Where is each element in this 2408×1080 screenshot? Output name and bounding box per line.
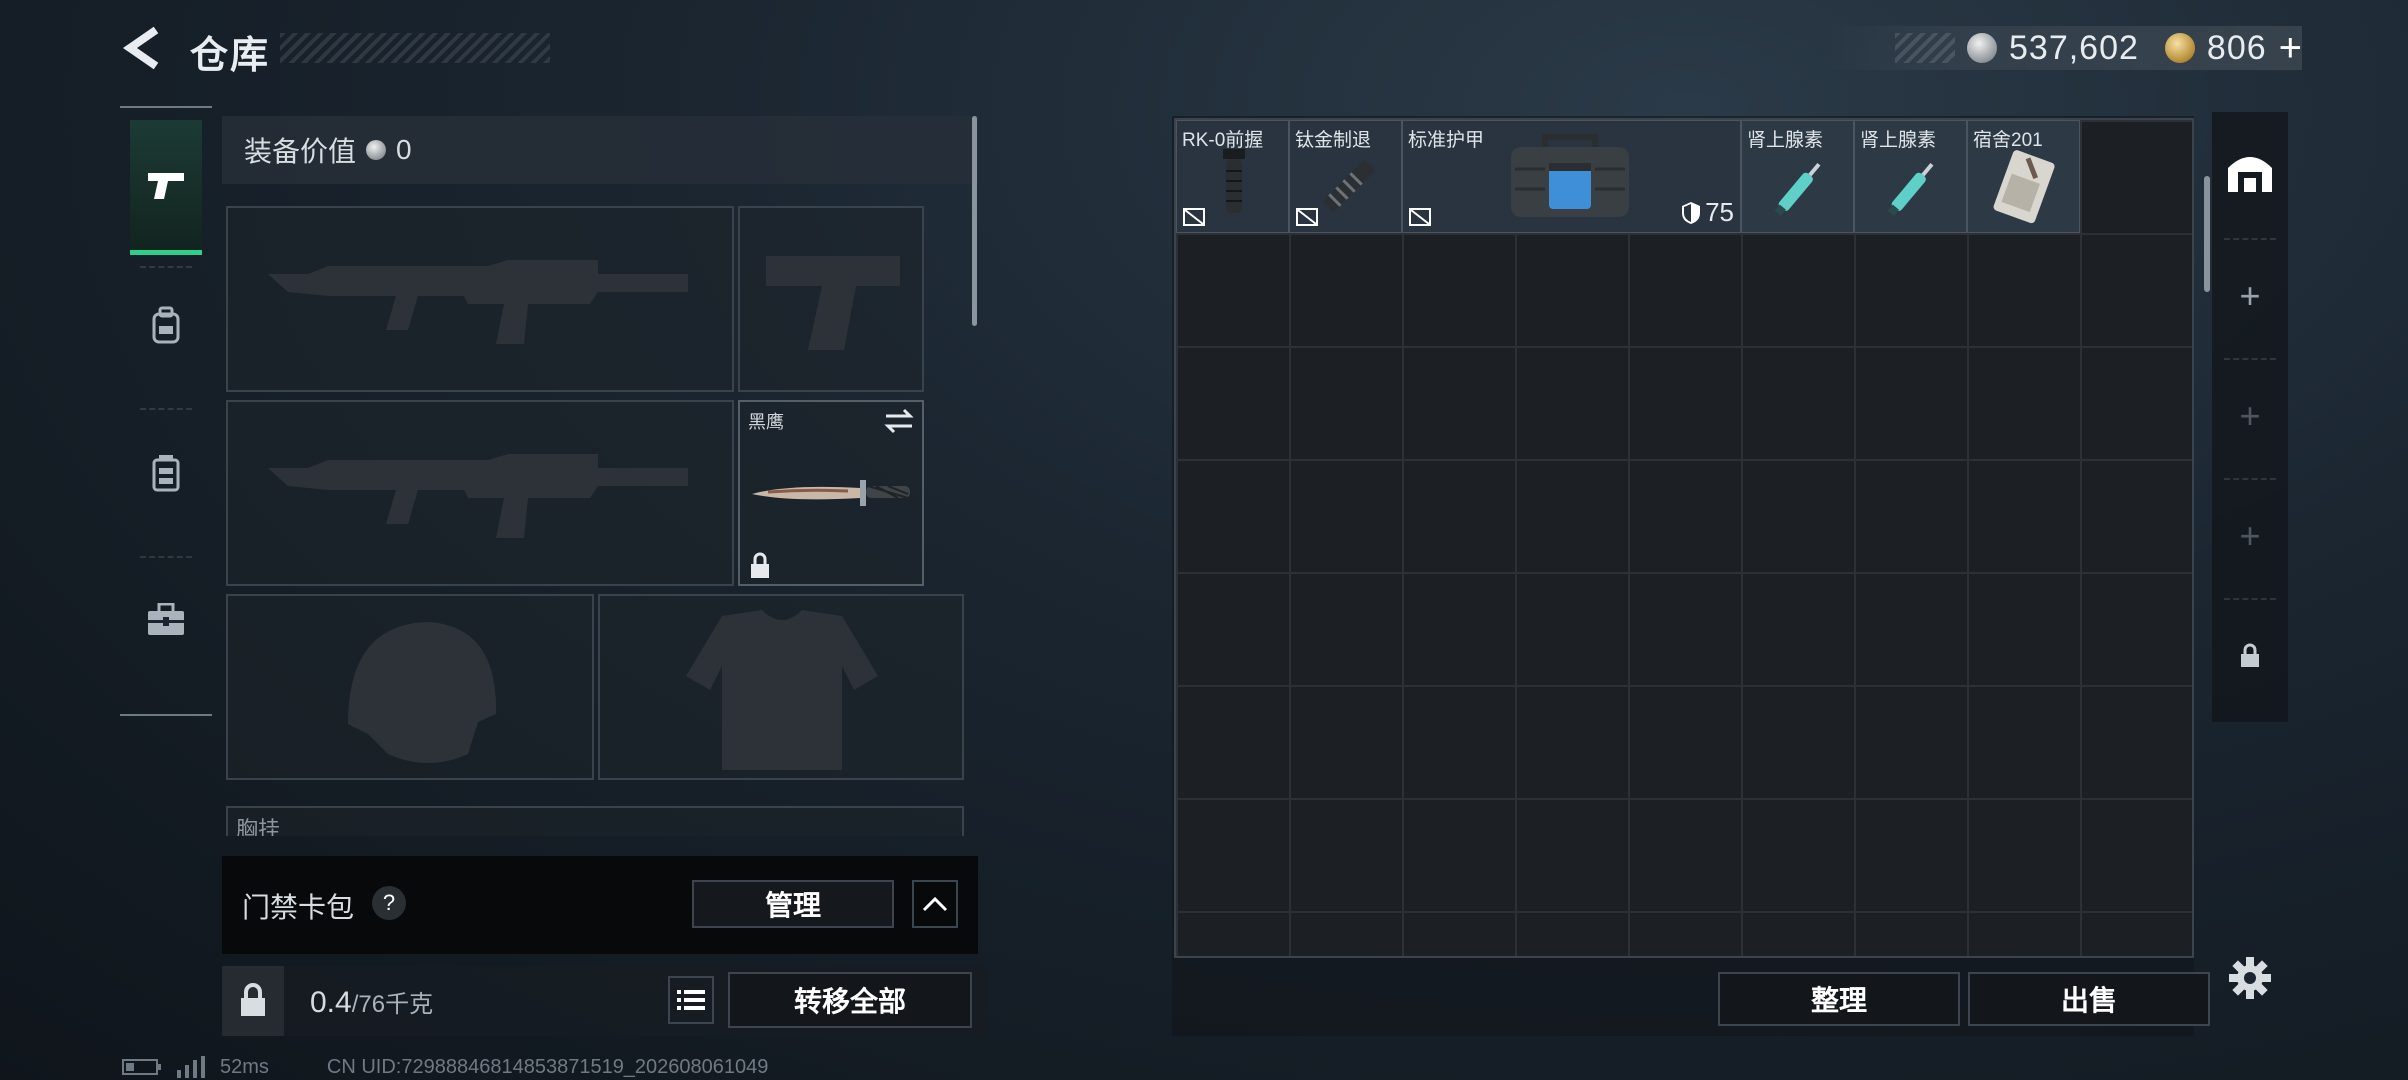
locked-storage-tab[interactable]	[2212, 606, 2288, 706]
melee-slot[interactable]: 黑鹰	[738, 400, 924, 586]
weight-current: 0.4	[310, 986, 352, 1019]
pistol-icon	[148, 173, 184, 199]
equipment-category-tabs	[120, 106, 212, 716]
carry-weight: 0.4/76千克	[310, 984, 433, 1020]
no-entry-icon	[1409, 208, 1431, 226]
equipment-panel: 装备价值 0 黑鹰 胸挂	[222, 116, 978, 836]
key-card-icon	[1993, 150, 2055, 224]
add-currency-button[interactable]: +	[2279, 28, 2302, 68]
swap-icon	[884, 408, 914, 434]
rifle-silhouette-icon	[268, 260, 688, 344]
melee-name: 黑鹰	[748, 412, 784, 432]
body-armor-slot[interactable]	[598, 594, 964, 780]
shield-icon	[1682, 201, 1701, 224]
help-icon[interactable]: ?	[372, 886, 406, 920]
armor-bag-icon	[1511, 134, 1629, 217]
list-icon	[677, 990, 705, 1010]
chevron-left-icon	[122, 26, 159, 70]
page-title: 仓库	[190, 35, 271, 77]
storage-scrollbar[interactable]	[2204, 176, 2210, 292]
warehouse-icon	[2228, 157, 2272, 192]
chest-rig-slot[interactable]: 胸挂	[226, 806, 964, 836]
no-entry-icon	[1183, 208, 1205, 226]
list-view-button[interactable]	[668, 976, 714, 1024]
add-storage-tab-1[interactable]: +	[2212, 246, 2288, 346]
gold-coin-icon	[2164, 33, 2195, 63]
storage-tabs: + + +	[2212, 112, 2288, 722]
silver-coin-icon	[366, 140, 387, 160]
muzzle-brake-icon	[1323, 160, 1375, 212]
equipment-value: 0	[396, 134, 412, 165]
uid-text: CN UID:7298884681485387151​9_20260806104…	[326, 1055, 769, 1078]
syringe-icon	[1887, 162, 1934, 216]
lock-icon	[241, 983, 265, 1016]
storage-item-adrenaline[interactable]: 肾上腺素	[1854, 120, 1967, 233]
tab-toolbox[interactable]	[130, 570, 202, 670]
no-entry-icon	[1296, 208, 1318, 226]
storage-item-key[interactable]: 宿舍201	[1967, 120, 2080, 233]
weight-max: /76千克	[351, 991, 434, 1018]
syringe-icon	[1774, 162, 1821, 216]
storage-item-muzzle[interactable]: 钛金制退	[1289, 120, 1402, 233]
chevron-up-icon	[922, 896, 948, 912]
rifle-silhouette-icon	[268, 454, 688, 538]
sell-button[interactable]: 出售	[1968, 972, 2210, 1026]
primary-weapon-slot[interactable]	[226, 206, 734, 392]
foregrip-icon	[1223, 149, 1245, 213]
equipment-value-label: 装备价值	[244, 136, 357, 167]
add-storage-tab-3[interactable]: +	[2212, 486, 2288, 586]
helmet-slot[interactable]	[226, 594, 594, 780]
ping-value: 52ms	[220, 1055, 269, 1078]
currency-bar: 537,602 806 +	[1825, 26, 2302, 70]
add-storage-tab-2[interactable]: +	[2212, 366, 2288, 466]
sort-button[interactable]: 整理	[1718, 972, 1960, 1026]
silver-amount: 537,602	[2009, 28, 2139, 67]
battery-icon	[122, 1059, 161, 1075]
card-pack-label: 门禁卡包	[242, 892, 355, 923]
equipment-value-bar: 装备价值 0	[222, 116, 978, 184]
collapse-button[interactable]	[912, 880, 958, 928]
sidearm-slot[interactable]	[738, 206, 924, 392]
safe-lock-box[interactable]	[222, 966, 284, 1036]
storage-item-grip[interactable]: RK-0前握	[1176, 120, 1289, 233]
silver-coin-icon	[1967, 33, 1997, 63]
armor-durability: 75	[1681, 197, 1734, 228]
gear-icon	[2229, 957, 2271, 999]
access-card-pack-bar: 门禁卡包 ? 管理	[222, 856, 978, 954]
vest-silhouette-icon	[686, 610, 878, 770]
currency-decoration	[1895, 33, 1955, 63]
chest-rig-label: 胸挂	[236, 817, 281, 836]
tab-weapons[interactable]	[130, 120, 202, 255]
gold-amount: 806	[2206, 28, 2267, 67]
transfer-all-button[interactable]: 转移全部	[728, 972, 972, 1028]
storage-panel: RK-0前握 钛金制退 标准护甲 75 肾上腺素 肾上腺素 宿舍201	[1172, 116, 2194, 1036]
storage-item-adrenaline[interactable]: 肾上腺素	[1741, 120, 1854, 233]
tab-chest-rig[interactable]	[130, 424, 202, 524]
lock-icon	[2241, 643, 2259, 667]
capacity-bar: 0.4/76千克 转移全部	[222, 966, 986, 1036]
status-bar: 52ms CN UID:7298884681485387151​9_202608…	[122, 1054, 768, 1080]
helmet-silhouette-icon	[348, 622, 497, 763]
storage-grid[interactable]: RK-0前握 钛金制退 标准护甲 75 肾上腺素 肾上腺素 宿舍201	[1174, 118, 2194, 958]
signal-icon	[177, 1056, 205, 1078]
pistol-silhouette-icon	[766, 256, 900, 350]
manage-button[interactable]: 管理	[692, 880, 894, 928]
vest-icon	[152, 455, 180, 492]
equipment-scrollbar[interactable]	[972, 116, 977, 326]
backpack-icon	[152, 306, 180, 344]
knife-icon	[752, 480, 910, 506]
tab-backpack[interactable]	[130, 276, 202, 376]
secondary-weapon-slot[interactable]	[226, 400, 734, 586]
lock-icon	[751, 552, 769, 578]
storage-item-armor[interactable]: 标准护甲 75	[1402, 120, 1741, 233]
title-decoration	[280, 33, 550, 63]
tab-warehouse[interactable]	[2212, 122, 2288, 222]
toolbox-icon	[148, 603, 184, 635]
back-button[interactable]	[118, 22, 166, 74]
settings-button[interactable]	[2222, 950, 2278, 1006]
